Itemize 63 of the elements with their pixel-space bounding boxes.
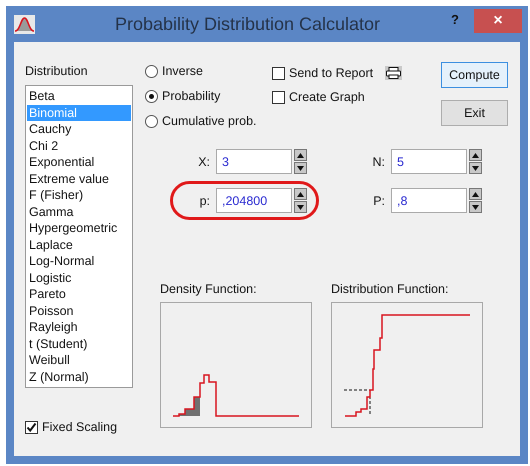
down-triangle-icon <box>297 166 304 170</box>
checkbox[interactable] <box>272 90 285 104</box>
list-item[interactable]: F (Fisher) <box>27 187 131 204</box>
spin-down-button[interactable] <box>469 162 482 174</box>
checkbox-label: Create Graph <box>289 90 365 104</box>
spin-up-button[interactable] <box>469 188 482 200</box>
window-title: Probability Distribution Calculator <box>114 14 382 34</box>
close-button[interactable]: × <box>474 9 522 33</box>
checkbox-label: Send to Report <box>289 66 374 80</box>
list-item[interactable]: Weibull <box>27 352 131 368</box>
list-item[interactable]: Z (Normal) <box>27 368 131 385</box>
down-triangle-icon <box>472 204 479 210</box>
checkbox[interactable] <box>25 420 38 434</box>
printer-icon[interactable] <box>385 66 402 80</box>
list-item[interactable]: Gamma <box>27 204 131 220</box>
list-item[interactable]: Hypergeometric <box>27 220 131 236</box>
dialog-button[interactable]: Compute <box>441 62 508 88</box>
bell-curve-icon <box>14 14 35 34</box>
radio-label: Cumulative prob. <box>162 114 256 128</box>
number-field[interactable]: 5 <box>391 149 467 174</box>
list-item[interactable]: Pareto <box>27 286 131 302</box>
up-triangle-icon <box>297 152 304 158</box>
list-item[interactable]: t (Student) <box>27 336 131 352</box>
list-item[interactable]: Logistic <box>27 270 131 286</box>
list-item[interactable]: Cauchy <box>27 121 131 138</box>
radio-button[interactable] <box>145 90 158 102</box>
number-field[interactable]: 3 <box>216 149 292 174</box>
field-label: N: <box>372 154 386 168</box>
radio-button[interactable] <box>145 114 158 128</box>
radio-label: Probability <box>162 89 220 103</box>
list-item[interactable]: Log-Normal <box>27 253 131 270</box>
list-item[interactable]: Extreme value <box>27 170 131 187</box>
spin-down-button[interactable] <box>469 201 482 213</box>
spin-up-button[interactable] <box>294 188 307 200</box>
checkbox[interactable] <box>272 66 285 80</box>
spin-down-button[interactable] <box>294 162 307 174</box>
radio-label: Inverse <box>162 64 203 78</box>
radio-button[interactable] <box>145 64 158 78</box>
list-item[interactable]: Chi 2 <box>27 138 131 154</box>
list-item[interactable]: Beta <box>27 88 131 104</box>
number-field[interactable]: ,204800 <box>216 188 292 213</box>
field-label: X: <box>197 154 211 168</box>
checkbox-label: Fixed Scaling <box>42 420 118 434</box>
down-triangle-icon <box>472 166 479 170</box>
list-item[interactable]: Laplace <box>27 236 131 253</box>
up-triangle-icon <box>472 192 479 196</box>
down-triangle-icon <box>297 204 304 210</box>
up-triangle-icon <box>472 152 479 158</box>
list-item[interactable]: Rayleigh <box>27 319 131 336</box>
list-item[interactable]: Exponential <box>27 154 131 170</box>
spin-up-button[interactable] <box>469 149 482 161</box>
field-label: p: <box>198 194 211 208</box>
list-item[interactable]: Poisson <box>27 302 131 319</box>
spin-up-button[interactable] <box>294 149 307 161</box>
list-label: Distribution <box>25 64 89 79</box>
chart-title: Density Function: <box>160 282 258 296</box>
dialog-button[interactable]: Exit <box>441 100 508 126</box>
spin-down-button[interactable] <box>294 201 307 213</box>
field-label: P: <box>372 194 386 208</box>
up-triangle-icon <box>297 192 304 196</box>
help-button[interactable]: ? <box>450 12 460 26</box>
number-field[interactable]: ,8 <box>391 188 467 213</box>
chart-title: Distribution Function: <box>331 282 450 296</box>
